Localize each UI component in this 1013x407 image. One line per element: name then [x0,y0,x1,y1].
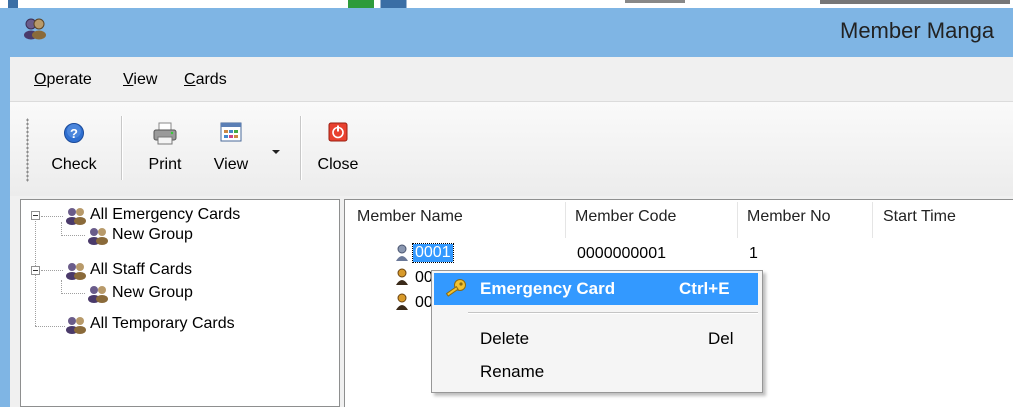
menu-item-label: Rename [480,362,545,381]
strip-fragment [8,0,18,8]
tree-node-all-temporary-cards[interactable]: All Temporary Cards [65,315,325,337]
menu-item-shortcut: Del [708,329,734,348]
tree-line [35,326,65,327]
column-start-time[interactable]: Start Time [883,208,956,226]
list-header: Member Name Member Code Member No Start … [345,200,1013,240]
tree-node-label: New Group [112,226,193,243]
key-icon [445,279,466,297]
view-dropdown-arrow[interactable] [270,144,282,154]
tree-node-label: All Temporary Cards [90,315,235,332]
tree-node-emergency-new-group[interactable]: New Group [87,226,287,248]
group-icon [88,286,108,303]
menu-view[interactable]: View [123,71,157,89]
tree-line [61,222,62,234]
tree-node-label: All Staff Cards [90,261,192,278]
menu-cards-mnemonic: C [184,71,196,88]
tree-line [61,235,85,236]
menu-item-emergency-card[interactable]: Emergency Card Ctrl+E [434,273,758,305]
menu-item-label: Delete [480,329,530,348]
group-tree[interactable]: All Emergency Cards New Group All Staff … [20,199,340,407]
column-member-code[interactable]: Member Code [575,208,676,226]
member-no-cell: 1 [749,245,758,262]
collapse-toggle[interactable] [31,211,40,220]
tree-node-all-emergency-cards[interactable]: All Emergency Cards [65,206,335,228]
toolbar-separator [121,116,123,180]
menu-operate-label: perate [46,71,92,88]
menu-item-shortcut: Ctrl+E [679,279,730,298]
column-divider[interactable] [565,202,566,238]
group-icon [66,208,86,225]
print-label: Print [148,156,182,173]
group-icon [66,317,86,334]
grid-view-icon [220,122,242,142]
column-divider[interactable] [737,202,738,238]
members-app-icon [24,18,46,40]
column-member-name[interactable]: Member Name [357,208,463,226]
check-button[interactable]: ? Check [36,116,112,182]
tree-line [61,293,85,294]
member-person-icon [396,293,408,310]
print-button[interactable]: Print [132,116,198,182]
check-label: Check [51,156,97,173]
menu-view-mnemonic: V [123,71,134,88]
member-person-icon [396,244,408,261]
menu-operate[interactable]: Operate [34,71,92,89]
strip-fragment [625,0,685,3]
member-code-cell: 0000000001 [577,245,666,262]
tree-line [61,280,62,292]
menu-operate-mnemonic: O [34,71,47,88]
tree-node-label: All Emergency Cards [90,206,241,223]
table-row[interactable]: 0001 0000000001 1 [345,242,1013,266]
tree-node-label: New Group [112,284,193,301]
strip-fragment [820,0,1010,4]
tree-node-staff-new-group[interactable]: New Group [87,284,287,306]
menu-cards-label: ards [195,71,227,88]
member-name-cell[interactable]: 0001 [412,243,454,263]
printer-icon [153,122,177,145]
tree-line [41,216,63,217]
member-person-icon [396,268,408,285]
window-title: Member Manga [840,18,995,43]
menu-view-label: iew [133,71,158,88]
title-bar[interactable]: Member Manga [0,8,1013,57]
view-button[interactable]: View [198,116,264,182]
menu-separator [468,312,758,314]
close-label: Close [317,156,359,173]
close-button[interactable]: Close [306,116,370,182]
tree-node-all-staff-cards[interactable]: All Staff Cards [65,261,285,283]
top-strip [0,0,1013,8]
group-icon [66,263,86,280]
column-divider[interactable] [872,202,873,238]
menu-bar: Operate View Cards [10,57,1013,102]
view-label: View [213,156,249,173]
toolbar: ? Check Print View Close [10,102,1013,196]
menu-cards[interactable]: Cards [184,71,227,89]
column-member-no[interactable]: Member No [747,208,831,226]
tree-line [41,270,63,271]
strip-fragment [348,0,478,8]
chevron-down-icon [272,150,280,154]
toolbar-grip[interactable] [26,118,29,182]
menu-item-delete[interactable]: Delete Del [434,325,758,353]
menu-item-rename[interactable]: Rename [434,359,758,387]
svg-text:?: ? [70,126,78,141]
toolbar-separator [300,116,302,180]
context-menu: Emergency Card Ctrl+E Delete Del Rename [431,270,763,393]
power-icon [328,122,348,142]
menu-item-label: Emergency Card [480,279,616,298]
group-icon [88,228,108,245]
collapse-toggle[interactable] [31,266,40,275]
help-icon: ? [64,123,84,143]
